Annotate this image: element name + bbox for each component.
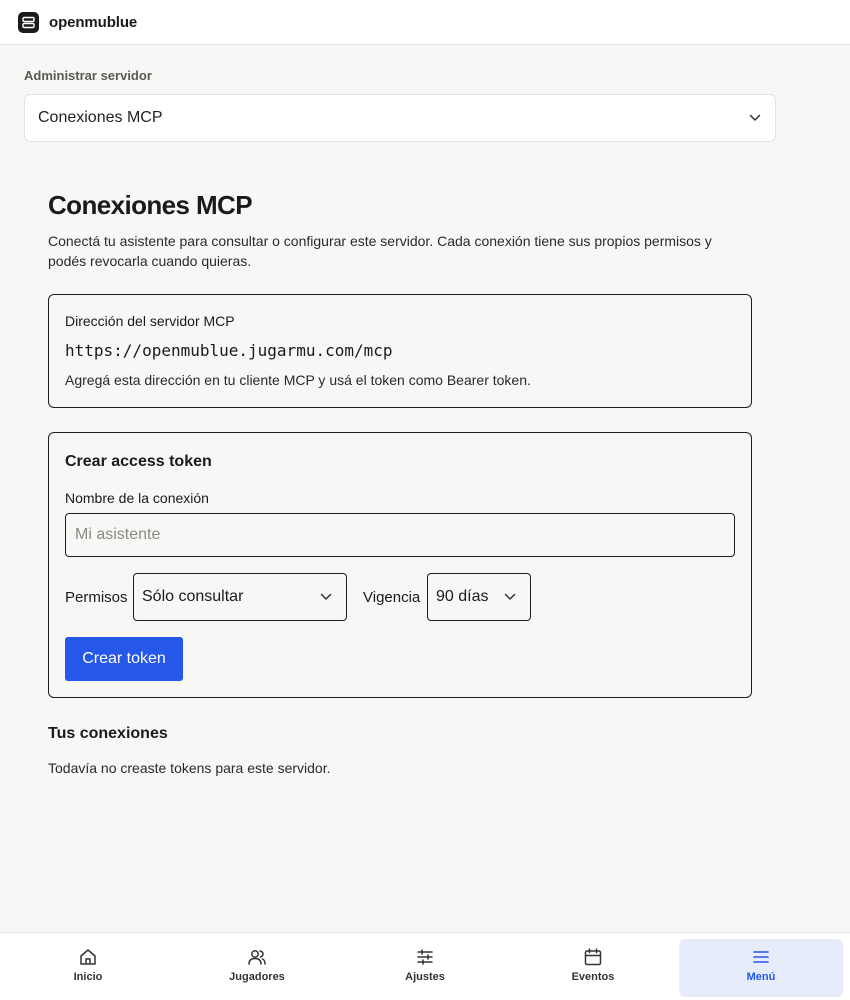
admin-section-value: Conexiones MCP — [38, 109, 163, 126]
nav-label-jugadores: Jugadores — [229, 971, 285, 983]
chevron-down-icon — [320, 593, 332, 600]
nav-label-eventos: Eventos — [571, 971, 615, 983]
home-icon — [80, 949, 96, 965]
nav-item-jugadores[interactable]: Jugadores — [175, 939, 339, 997]
brand-name[interactable]: openmublue — [49, 14, 137, 31]
top-bar: openmublue — [0, 0, 850, 45]
server-url[interactable]: https://openmublue.jugarmu.com/mcp — [65, 341, 393, 360]
permissions-value: Sólo consultar — [142, 588, 244, 605]
server-address-label: Dirección del servidor MCP — [65, 313, 235, 329]
connection-name-input[interactable] — [65, 513, 735, 557]
bottom-nav: Inicio Jugadores Ajustes Eventos Menú — [0, 932, 850, 1000]
validity-value: 90 días — [436, 588, 489, 605]
nav-item-eventos[interactable]: Eventos — [511, 939, 675, 997]
nav-item-menu[interactable]: Menú — [679, 939, 843, 997]
nav-item-inicio[interactable]: Inicio — [6, 939, 170, 997]
validity-select[interactable]: 90 días — [427, 573, 531, 621]
permissions-select[interactable]: Sólo consultar — [133, 573, 347, 621]
calendar-icon — [584, 948, 602, 966]
nav-label-menu: Menú — [746, 971, 776, 983]
create-token-button[interactable]: Crear token — [65, 637, 183, 681]
admin-section-select[interactable]: Conexiones MCP — [24, 94, 776, 142]
logo-icon — [18, 11, 39, 33]
page-title: Conexiones MCP — [48, 190, 253, 220]
nav-label-ajustes: Ajustes — [405, 971, 445, 983]
create-token-title: Crear access token — [65, 453, 212, 470]
menu-icon — [753, 951, 769, 963]
nav-item-ajustes[interactable]: Ajustes — [343, 939, 507, 997]
create-token-card: Crear access token Nombre de la conexión… — [48, 432, 752, 698]
sliders-icon — [417, 949, 433, 965]
server-help-text: Agregá esta dirección en tu cliente MCP … — [65, 372, 531, 388]
chevron-down-icon — [504, 593, 516, 600]
connections-empty-text: Todavía no creaste tokens para este serv… — [48, 760, 331, 776]
mcp-server-card: Dirección del servidor MCP https://openm… — [48, 294, 752, 408]
connections-title: Tus conexiones — [48, 725, 168, 742]
permissions-label: Permisos — [65, 589, 128, 606]
nav-label-inicio: Inicio — [73, 971, 103, 983]
chevron-down-icon — [749, 114, 761, 121]
page-description: Conectá tu asistente para consultar o co… — [48, 233, 712, 269]
users-icon — [248, 950, 266, 965]
connection-name-label: Nombre de la conexión — [65, 490, 209, 506]
validity-label: Vigencia — [363, 589, 421, 606]
admin-server-label: Administrar servidor — [24, 68, 152, 83]
